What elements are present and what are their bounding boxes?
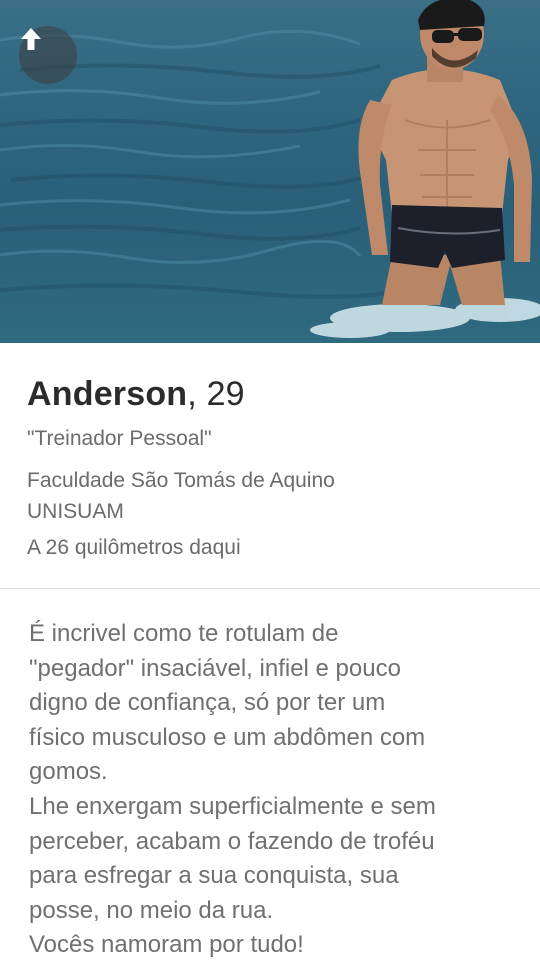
section-divider (0, 588, 540, 589)
profile-bio: É incrivel como te rotulam de "pegador" … (29, 620, 436, 959)
profile-age: , 29 (187, 375, 245, 413)
profile-screen: Anderson, 29 "Treinador Pessoal" Faculda… (0, 0, 540, 960)
profile-job: "Treinador Pessoal" (27, 427, 212, 450)
profile-distance: A 26 quilômetros daqui (27, 536, 241, 559)
profile-school: Faculdade São Tomás de Aquino UNISUAM (27, 469, 335, 523)
profile-name-age: Anderson, 29 (27, 375, 245, 414)
profile-info: Anderson, 29 "Treinador Pessoal" Faculda… (0, 343, 540, 589)
profile-photo[interactable] (0, 0, 540, 343)
back-button[interactable] (19, 26, 77, 84)
beach-photo-illustration (0, 0, 540, 338)
profile-name: Anderson (27, 375, 188, 413)
arrow-up-icon (21, 28, 41, 50)
